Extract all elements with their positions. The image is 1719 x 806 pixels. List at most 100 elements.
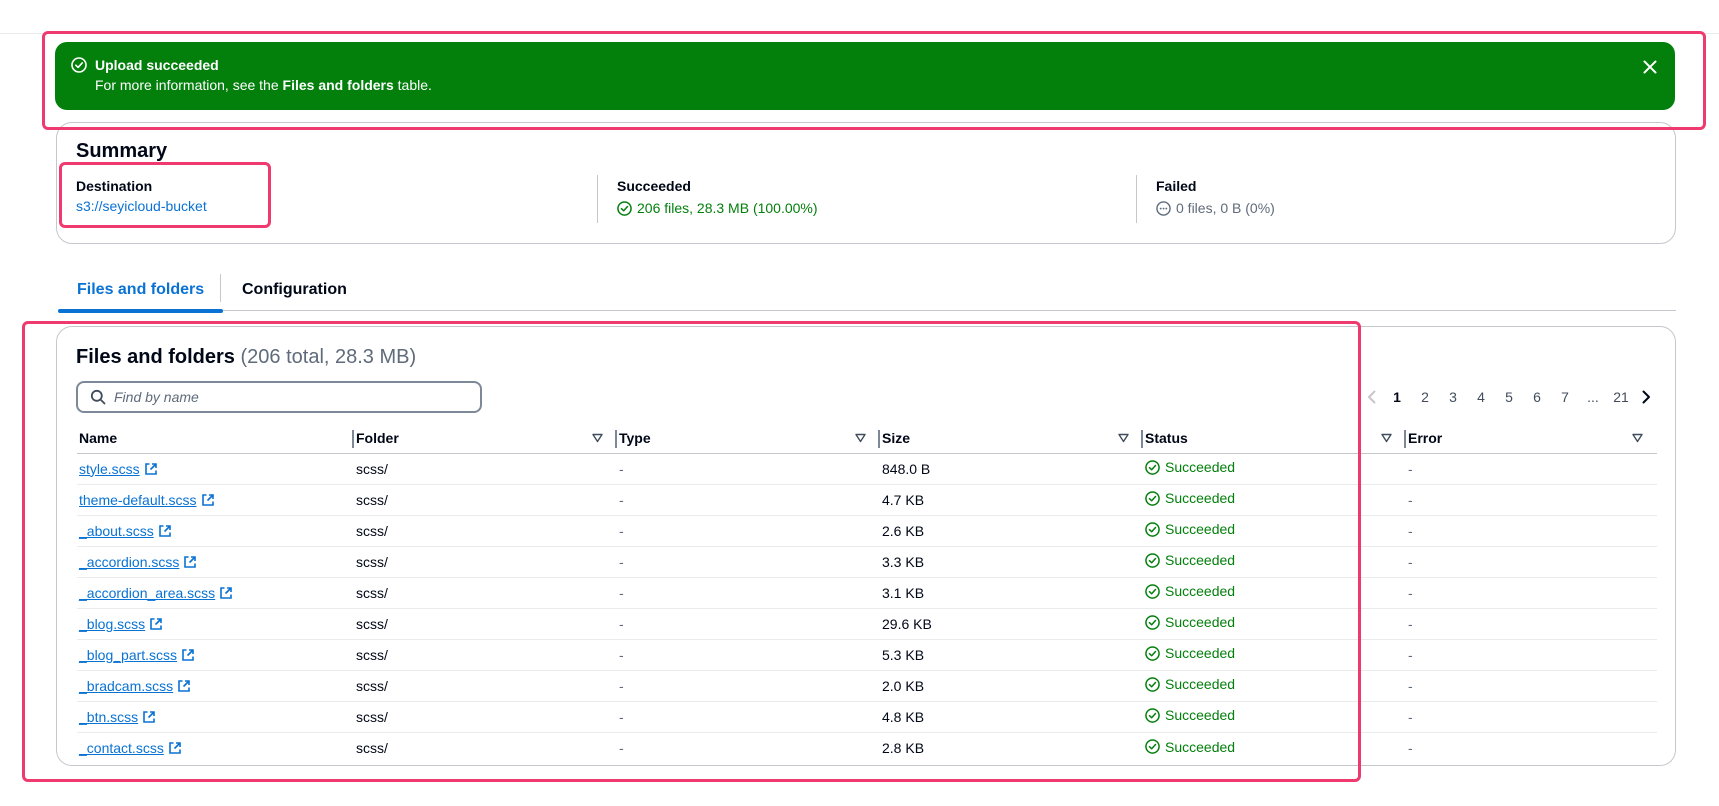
column-header-size[interactable]: Size [880,423,1143,454]
cell-folder: scss/ [354,484,617,516]
file-link[interactable]: _about.scss [79,523,172,539]
pagination: 1 2 3 4 5 6 7 ... 21 [1361,387,1657,407]
page-4-button[interactable]: 4 [1467,389,1495,405]
cell-status: Succeeded [1143,639,1406,671]
file-link[interactable]: _accordion_area.scss [79,585,233,601]
column-header-name[interactable]: Name [77,423,354,454]
page-1-button[interactable]: 1 [1383,389,1411,405]
cell-status: Succeeded [1143,484,1406,516]
banner-message-pre: For more information, see the [95,77,283,93]
success-check-icon [71,57,87,73]
file-link[interactable]: style.scss [79,461,158,477]
column-header-error[interactable]: Error [1406,423,1657,454]
close-banner-button[interactable] [1639,56,1661,78]
file-link[interactable]: _blog_part.scss [79,647,195,663]
file-link[interactable]: _accordion.scss [79,554,197,570]
status-indicator: Succeeded [1145,739,1235,755]
destination-link[interactable]: s3://seyicloud-bucket [76,197,207,215]
cell-type: - [617,670,880,702]
column-label: Status [1145,429,1188,446]
status-text: Succeeded [1165,552,1236,569]
table-row: style.scss scss/-848.0 B Succeeded - [77,453,1657,485]
column-label: Size [882,429,911,446]
column-header-status[interactable]: Status [1143,423,1406,454]
cell-folder: scss/ [354,515,617,547]
cell-type: - [617,515,880,547]
file-name: style.scss [79,460,140,477]
cell-folder: scss/ [354,670,617,702]
file-name: _about.scss [79,522,154,539]
file-name: _bradcam.scss [79,677,174,694]
summary-title: Summary [76,140,168,162]
success-check-icon [1145,676,1160,692]
cell-error: - [1406,608,1657,640]
status-indicator: Succeeded [1145,459,1235,475]
cell-error: - [1406,701,1657,733]
chevron-left-icon [1368,390,1376,404]
table-header-row: Name Folder Type Size Status Error [77,423,1657,454]
cell-size: 2.0 KB [880,670,1143,702]
files-header: Files and folders (206 total, 28.3 MB) [76,345,416,369]
status-indicator: Succeeded [1145,583,1235,599]
status-indicator: Succeeded [1145,614,1235,630]
table-row: _about.scss scss/-2.6 KB Succeeded - [77,515,1657,547]
external-link-icon [143,710,155,723]
table-row: theme-default.scss scss/-4.7 KB Succeeded - [77,484,1657,516]
file-link[interactable]: theme-default.scss [79,492,215,508]
cell-status: Succeeded [1143,453,1406,485]
status-indicator: Succeeded [1145,707,1235,723]
search-box [76,381,482,413]
column-label: Name [79,429,118,446]
cell-size: 3.3 KB [880,546,1143,578]
column-header-folder[interactable]: Folder [354,423,617,454]
external-link-icon [201,493,214,506]
top-divider [0,33,1719,34]
status-text: Succeeded [1165,614,1236,631]
page-21-button[interactable]: 21 [1607,389,1635,405]
cell-type: - [617,577,880,609]
file-link[interactable]: _blog.scss [79,616,163,632]
search-input[interactable] [114,389,474,405]
banner-message: For more information, see the Files and … [95,77,432,93]
column-label: Error [1408,429,1443,446]
file-link[interactable]: _contact.scss [79,740,182,756]
next-page-button[interactable] [1635,390,1657,404]
status-text: Succeeded [1165,521,1236,538]
page-6-button[interactable]: 6 [1523,389,1551,405]
success-check-icon [1145,583,1160,599]
external-link-icon [144,462,157,475]
files-count: (206 total, 28.3 MB) [240,346,417,368]
cell-type: - [617,639,880,671]
cell-name: _about.scss [77,515,354,547]
column-header-type[interactable]: Type [617,423,880,454]
success-check-icon [617,200,632,216]
cell-size: 5.3 KB [880,639,1143,671]
file-link[interactable]: _bradcam.scss [79,678,191,694]
external-link-icon [178,679,190,692]
previous-page-button[interactable] [1361,390,1383,404]
success-check-icon [1145,552,1160,568]
page-ellipsis: ... [1587,389,1599,405]
file-link[interactable]: _btn.scss [79,709,156,725]
file-name: _blog_part.scss [79,646,178,663]
table-row: _bradcam.scss scss/-2.0 KB Succeeded - [77,670,1657,702]
summary-divider [1136,175,1137,223]
ellipsis-circle-icon [1156,200,1171,216]
files-title: Files and folders [76,346,235,368]
success-check-icon [1145,739,1160,754]
cell-size: 2.8 KB [882,739,925,756]
file-name: theme-default.scss [79,491,197,508]
success-check-icon [1145,459,1160,475]
external-link-icon [220,586,232,599]
failed-value-row: 0 files, 0 B (0%) [1156,199,1275,217]
success-check-icon [1145,707,1160,723]
tab-files-and-folders[interactable]: Files and folders [58,270,224,313]
page-5-button[interactable]: 5 [1495,389,1523,405]
file-name: _btn.scss [79,708,139,725]
page-3-button[interactable]: 3 [1439,389,1467,405]
file-name: _accordion.scss [79,553,180,570]
cell-status: Succeeded [1143,670,1406,702]
page-2-button[interactable]: 2 [1411,389,1439,405]
page-7-button[interactable]: 7 [1551,389,1579,405]
tab-configuration[interactable]: Configuration [223,270,366,311]
